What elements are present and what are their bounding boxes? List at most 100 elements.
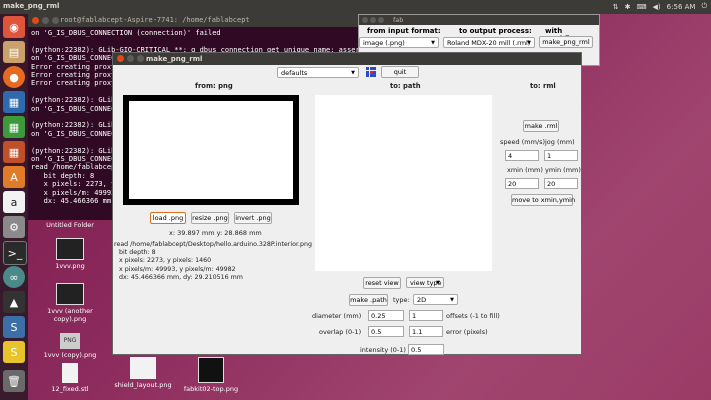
close-icon[interactable] bbox=[117, 55, 124, 62]
impress-icon[interactable]: ▦ bbox=[3, 141, 25, 163]
trash-icon[interactable]: 🗑 bbox=[3, 370, 25, 392]
jog-label: jog (mm) bbox=[545, 138, 575, 146]
search-icon[interactable]: ◉ bbox=[3, 16, 25, 38]
path-preview-canvas[interactable] bbox=[315, 95, 492, 271]
intensity-input[interactable]: 0.5 bbox=[408, 344, 444, 355]
fab-titlebar[interactable]: fab bbox=[359, 15, 599, 25]
defaults-select[interactable]: defaults ▼ bbox=[277, 67, 359, 78]
reset-view-button[interactable]: reset view bbox=[363, 277, 401, 289]
error-input[interactable]: 1.1 bbox=[409, 326, 443, 337]
writer-icon[interactable]: ▦ bbox=[3, 91, 25, 113]
type-select[interactable]: 2D ▼ bbox=[413, 294, 458, 305]
active-app-title: make_png_rml bbox=[3, 2, 60, 10]
desktop-icon-12-fixed-stl[interactable]: 12_fixed.stl bbox=[40, 363, 100, 393]
desktop-icon-shield-layout[interactable]: shield_layout.png bbox=[110, 357, 176, 389]
power-icon[interactable]: ⏻ bbox=[701, 2, 707, 11]
png-bit-depth: bit depth: 8 bbox=[119, 249, 156, 257]
file-icon bbox=[62, 363, 78, 383]
image-icon bbox=[130, 357, 156, 379]
desktop-icon-label: Untitled Folder bbox=[46, 221, 94, 229]
minimize-icon[interactable] bbox=[42, 17, 49, 24]
image-icon bbox=[198, 357, 224, 383]
offsets-label: offsets (-1 to fill) bbox=[446, 312, 500, 320]
diameter-label: diameter (mm) bbox=[312, 312, 362, 320]
window-title: make_png_rml bbox=[146, 55, 203, 63]
python-icon[interactable]: S bbox=[3, 341, 25, 363]
output-process-select[interactable]: Roland MDX-20 mill (.rml) ▼ bbox=[443, 37, 535, 48]
calc-icon[interactable]: ▦ bbox=[3, 116, 25, 138]
type-label: type: bbox=[393, 296, 410, 304]
error-label: error (pixels) bbox=[446, 328, 488, 336]
clock[interactable]: 6:56 AM bbox=[667, 3, 696, 11]
chevron-down-icon: ▼ bbox=[431, 40, 435, 46]
resize-png-button[interactable]: resize .png bbox=[191, 212, 229, 224]
arduino-icon[interactable]: ∞ bbox=[3, 266, 25, 288]
make-png-rml-window[interactable]: make_png_rml defaults ▼ quit from: png to… bbox=[112, 52, 582, 355]
keyboard-icon[interactable]: ⌨ bbox=[636, 3, 646, 11]
offsets-input[interactable]: 1 bbox=[409, 310, 443, 321]
desktop-icon-label: shield_layout.png bbox=[114, 381, 172, 389]
volume-icon[interactable]: ◀) bbox=[653, 3, 661, 11]
desktop-icon-label: 1vvv (another copy).png bbox=[47, 307, 93, 323]
close-icon[interactable] bbox=[32, 17, 39, 24]
maximize-icon[interactable] bbox=[378, 17, 384, 23]
png-path: read /home/fablabcept/Desktop/hello.ardu… bbox=[114, 241, 312, 248]
software-icon[interactable]: A bbox=[3, 166, 25, 188]
minimize-icon[interactable] bbox=[370, 17, 376, 23]
move-to-xmin-ymin-button[interactable]: move to xmin,ymin bbox=[511, 194, 575, 206]
terminal-titlebar[interactable]: root@fablabcept-Aspire-7741: /home/fabla… bbox=[28, 14, 358, 27]
view-type-select[interactable]: view type ▼ bbox=[406, 277, 444, 288]
overlap-input[interactable]: 0.5 bbox=[368, 326, 404, 337]
invert-png-button[interactable]: invert .png bbox=[234, 212, 272, 224]
input-format-select[interactable]: image (.png) ▼ bbox=[359, 37, 439, 48]
inkscape-icon[interactable]: ▲ bbox=[3, 291, 25, 313]
make-rml-button[interactable]: make .rml bbox=[523, 120, 559, 132]
minimize-icon[interactable] bbox=[127, 55, 134, 62]
load-png-button[interactable]: load .png bbox=[150, 212, 186, 224]
ymin-input[interactable]: 20 bbox=[544, 178, 578, 189]
terminal-icon[interactable]: >_ bbox=[3, 241, 27, 265]
png-pixels-per-m: x pixels/m: 49993, y pixels/m: 49982 bbox=[119, 265, 236, 273]
speed-input[interactable]: 4 bbox=[505, 150, 539, 161]
desktop-icon-1vvv[interactable]: 1vvv.png bbox=[44, 238, 96, 270]
png-pixels: x pixels: 2273, y pixels: 1460 bbox=[119, 257, 212, 265]
amazon-icon[interactable]: a bbox=[3, 191, 25, 213]
chevron-down-icon: ▼ bbox=[450, 297, 454, 303]
png-preview-canvas[interactable] bbox=[123, 95, 299, 205]
bluetooth-icon[interactable]: ✱ bbox=[625, 3, 631, 11]
desktop-icon-untitled-folder[interactable]: Untitled Folder bbox=[40, 221, 100, 229]
workflow-button[interactable]: make_png_rml bbox=[539, 36, 593, 48]
desktop-icon-1vvv-another-copy[interactable]: 1vvv (another copy).png bbox=[34, 283, 106, 323]
ymin-label: ymin (mm) bbox=[545, 166, 581, 174]
jog-input[interactable]: 1 bbox=[544, 150, 578, 161]
files-icon[interactable]: ▤ bbox=[3, 41, 25, 63]
settings-icon[interactable]: ⚙ bbox=[3, 216, 25, 238]
desktop-icon-fabkit02-top[interactable]: fabkit02-top.png bbox=[178, 357, 244, 393]
make-path-button[interactable]: make .path bbox=[349, 294, 388, 306]
terminal-title: root@fablabcept-Aspire-7741: /home/fabla… bbox=[60, 16, 250, 24]
chevron-down-icon: ▼ bbox=[527, 40, 531, 46]
terminal-line: on 'G_IS_DBUS_CONNECTION (connection)' f… bbox=[31, 29, 221, 37]
network-icon[interactable]: ⇅ bbox=[613, 3, 619, 11]
intensity-label: intensity (0-1) bbox=[360, 346, 406, 354]
main-titlebar[interactable]: make_png_rml bbox=[113, 53, 581, 65]
desktop-icon-1vvv-copy[interactable]: PNG 1vvv (copy).png bbox=[34, 333, 106, 359]
close-icon[interactable] bbox=[362, 17, 368, 23]
quit-button[interactable]: quit bbox=[381, 66, 419, 78]
xmin-label: xmin (mm) bbox=[507, 166, 543, 174]
maximize-icon[interactable] bbox=[52, 17, 59, 24]
grid-icon[interactable] bbox=[366, 67, 376, 77]
python-icon[interactable]: S bbox=[3, 316, 25, 338]
system-tray: ⇅ ✱ ⌨ ◀) 6:56 AM ⏻ bbox=[613, 2, 707, 11]
to-path-header: to: path bbox=[390, 82, 421, 90]
desktop-icon-label: fabkit02-top.png bbox=[183, 385, 239, 393]
firefox-icon[interactable]: ● bbox=[3, 66, 25, 88]
diameter-input[interactable]: 0.25 bbox=[368, 310, 404, 321]
xmin-input[interactable]: 20 bbox=[505, 178, 539, 189]
maximize-icon[interactable] bbox=[137, 55, 144, 62]
top-panel: make_png_rml ⇅ ✱ ⌨ ◀) 6:56 AM ⏻ bbox=[0, 0, 711, 14]
speed-label: speed (mm/s) bbox=[500, 138, 546, 146]
chevron-down-icon: ▼ bbox=[351, 70, 355, 76]
desktop-icon-label: 1vvv.png bbox=[55, 262, 85, 270]
